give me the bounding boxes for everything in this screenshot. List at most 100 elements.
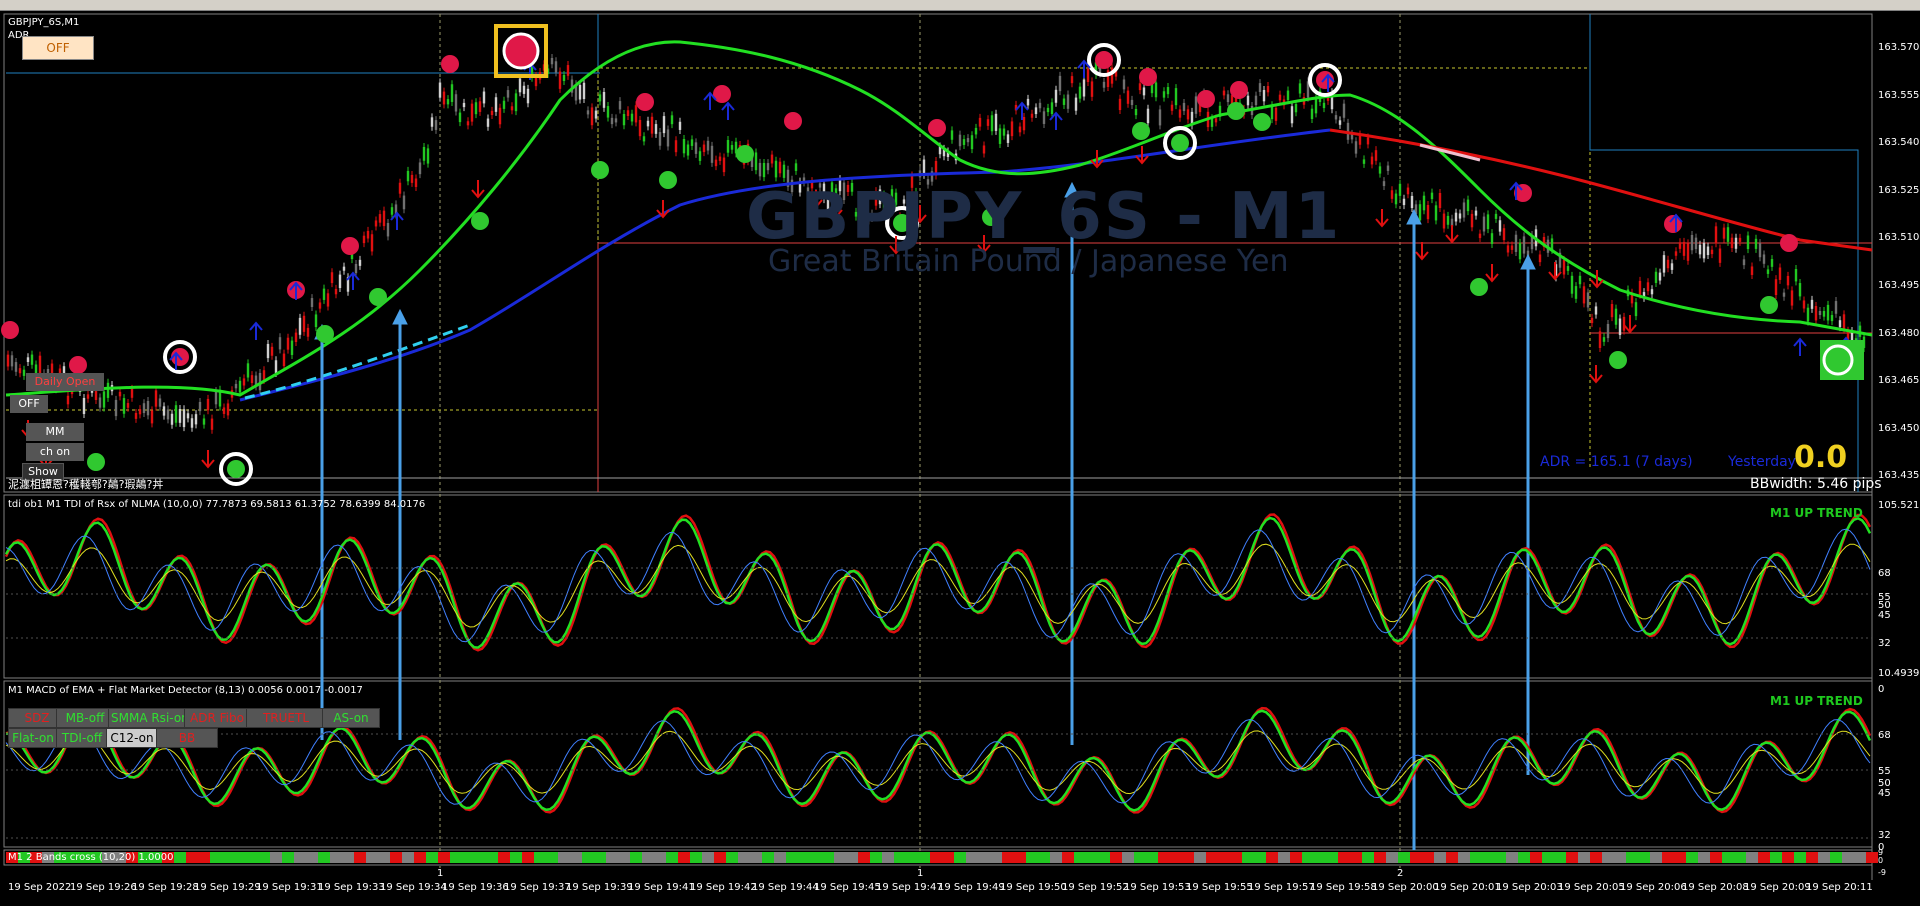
candle-body <box>1074 97 1078 111</box>
candle-body <box>618 101 622 110</box>
candle-body <box>1146 108 1150 124</box>
mm-button[interactable]: MM <box>26 423 84 441</box>
bands-cell <box>1758 852 1770 863</box>
indicator-toggle-button[interactable]: MB-off <box>56 708 114 728</box>
candle-body <box>586 110 590 115</box>
candle-body <box>622 114 626 126</box>
oscillator-line <box>4 513 1872 652</box>
candle-body <box>318 302 322 309</box>
bands-cell <box>426 852 438 863</box>
macd-level-tick: 0 <box>1878 684 1885 695</box>
candle-body <box>694 142 698 154</box>
candle-body <box>450 84 454 102</box>
bands-cell <box>726 852 738 863</box>
candle-body <box>726 140 730 153</box>
bands-cell <box>762 852 774 863</box>
candle-body <box>170 413 174 425</box>
candle-body <box>442 91 446 105</box>
candle-body <box>1742 259 1746 266</box>
candle-body <box>526 88 530 104</box>
candle-body <box>950 130 954 140</box>
bands-cell <box>306 852 318 863</box>
candle-body <box>38 355 42 374</box>
indicator-toggle-button[interactable]: SMMA Rsi-on <box>108 708 190 728</box>
bands-cell <box>414 852 426 863</box>
candle-body <box>1482 216 1486 232</box>
candle-body <box>1426 204 1430 220</box>
candle-body <box>1570 275 1574 294</box>
bands-cell <box>1686 852 1698 863</box>
bands-cell <box>1158 852 1170 863</box>
daily-open-button[interactable]: Daily Open <box>26 373 104 391</box>
candle-body <box>434 120 438 130</box>
bands-cell <box>270 852 282 863</box>
candle-body <box>1058 75 1062 92</box>
indicator-toggle-button[interactable]: TDI-off <box>56 728 108 748</box>
bands-cell <box>786 852 798 863</box>
bands-cell <box>1218 852 1230 863</box>
candle-body <box>1010 121 1014 137</box>
candle-body <box>1158 109 1162 126</box>
candle-body <box>638 119 642 137</box>
candle-body <box>702 144 706 153</box>
candle-body <box>722 157 726 173</box>
candle-body <box>1070 76 1074 84</box>
bands-cell <box>570 852 582 863</box>
oscillator-line <box>4 516 1872 649</box>
candle-body <box>974 127 978 135</box>
buy-bubble <box>227 460 245 478</box>
buy-bubble <box>471 212 489 230</box>
candle-body <box>314 314 318 328</box>
bands-cell <box>1662 852 1674 863</box>
bands-cell <box>1398 852 1410 863</box>
candle-body <box>1122 79 1126 90</box>
time-tick: 19 Sep 19:36 <box>442 882 509 893</box>
tdi-level-tick: 68 <box>1878 568 1891 579</box>
time-tick: 19 Sep 19:52 <box>1062 882 1129 893</box>
candle-body <box>270 346 274 356</box>
candle-body <box>6 354 10 367</box>
candle-body <box>1654 271 1658 283</box>
candle-body <box>1718 248 1722 263</box>
candle-body <box>1290 106 1294 124</box>
tdi-level-tick: 32 <box>1878 638 1891 649</box>
pair-watermark-subtitle: Great Britain Pound / Japanese Yen <box>768 244 1289 279</box>
candle-body <box>1046 107 1050 113</box>
candle-body <box>1646 282 1650 292</box>
indicator-toggle-button[interactable]: C12-on <box>106 728 158 748</box>
candle-body <box>686 144 690 156</box>
candle-body <box>1030 113 1034 118</box>
bands-cell <box>1854 852 1866 863</box>
candle-body <box>106 382 110 398</box>
indicator-toggle-button[interactable]: AS-on <box>322 708 380 728</box>
tdi-oscillator <box>4 513 1872 652</box>
indicator-toggle-button[interactable]: ADR Fibo <box>184 708 250 728</box>
indicator-toggle-button[interactable]: Flat-on <box>8 728 58 748</box>
candle-body <box>366 230 370 239</box>
indicator-toggle-button[interactable]: TRUETL <box>246 708 326 728</box>
sell-bubble <box>1230 81 1248 99</box>
candle-body <box>758 162 762 177</box>
sell-bubble <box>636 93 654 111</box>
off-toggle-button[interactable]: OFF <box>22 36 94 60</box>
bands-cell <box>486 852 498 863</box>
bands-cell <box>606 852 618 863</box>
candle-body <box>278 337 282 350</box>
off-side-button[interactable]: OFF <box>10 395 48 413</box>
candle-body <box>554 61 558 73</box>
oscillator-line <box>5 543 1871 628</box>
sell-bubble <box>1139 68 1157 86</box>
bands-cell <box>1374 852 1386 863</box>
candle-body <box>406 170 410 182</box>
bands-cell <box>1410 852 1422 863</box>
candle-body <box>1694 237 1698 250</box>
garbled-info-line: 泥瀍柤罈恩?穫輚郀?鷏?瑕鷏?丼 <box>8 478 164 491</box>
indicator-toggle-button[interactable]: BB <box>156 728 218 748</box>
candle-body <box>998 128 1002 144</box>
candle-body <box>1614 308 1618 325</box>
ch-on-button[interactable]: ch on <box>26 443 84 461</box>
candle-body <box>370 234 374 252</box>
bands-cell <box>798 852 810 863</box>
candle-body <box>1730 237 1734 249</box>
sell-bubble <box>441 55 459 73</box>
